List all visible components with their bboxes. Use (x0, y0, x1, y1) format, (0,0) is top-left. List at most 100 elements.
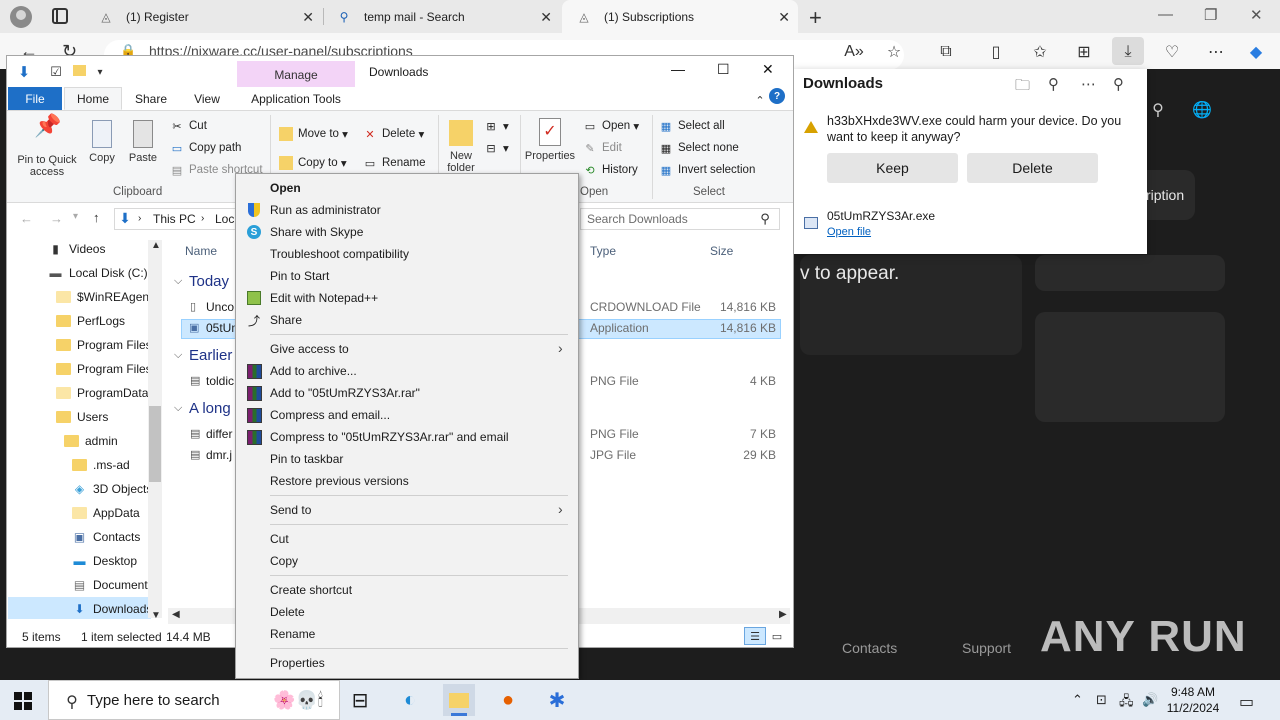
nav-perflogs[interactable]: PerfLogs (56, 314, 125, 328)
ctx-delete[interactable]: Delete (270, 605, 305, 619)
keep-button[interactable]: Keep (827, 153, 958, 183)
search-placeholder[interactable]: Search Downloads (587, 212, 688, 226)
easy-access-button[interactable]: ⊟ ▾ (484, 141, 508, 156)
cut-button[interactable]: ✂ Cut (170, 119, 207, 133)
copy-path-button[interactable]: ▭ Copy path (170, 141, 242, 155)
ctx-share[interactable]: Share (270, 313, 302, 327)
ctx-add-rar[interactable]: Add to "05tUmRZYS3Ar.rar" (270, 386, 420, 400)
more-options-icon[interactable]: ⋯ (1204, 40, 1228, 64)
ctx-give-access[interactable]: Give access to (270, 342, 349, 356)
globe-icon[interactable]: 🌐 (1190, 98, 1214, 122)
properties-check-icon[interactable]: ☑ (44, 60, 68, 84)
nav-documents[interactable]: ▤ Documents (72, 578, 154, 592)
rename-button[interactable]: ▭ Rename (363, 156, 426, 170)
delete-button[interactable]: ✕ Delete ▾ (363, 127, 424, 141)
open-button[interactable]: ▭ Open ▾ (583, 119, 639, 133)
split-screen-icon[interactable]: ▯ (984, 40, 1008, 64)
footer-support[interactable]: Support (962, 640, 1011, 656)
collections-icon[interactable]: ⊞ (1072, 40, 1096, 64)
more-icon[interactable]: ⋯ (1081, 75, 1096, 93)
nav-3d-objects[interactable]: ◈ 3D Objects (72, 482, 152, 496)
ctx-properties[interactable]: Properties (270, 656, 325, 670)
ctx-edit-notepadpp[interactable]: Edit with Notepad++ (270, 291, 378, 305)
tab-actions-icon[interactable] (52, 8, 68, 24)
new-folder-icon[interactable] (73, 65, 86, 76)
breadcrumb-local-disk[interactable]: Loc (215, 212, 234, 226)
profile-avatar[interactable] (10, 6, 32, 28)
tab-home[interactable]: Home (64, 87, 122, 110)
quick-access-download-icon[interactable]: ⬇ (12, 60, 36, 84)
extensions-icon[interactable]: ⧉ (934, 40, 958, 64)
file-name[interactable]: toldic (206, 374, 234, 388)
footer-contacts[interactable]: Contacts (842, 640, 897, 656)
select-none-button[interactable]: ▦ Select none (659, 141, 739, 155)
ctx-restore-versions[interactable]: Restore previous versions (270, 474, 409, 488)
nav-local-disk[interactable]: ▬ Local Disk (C:) (48, 266, 148, 280)
collapse-group-icon[interactable]: ⌵ (174, 402, 182, 415)
show-hidden-icons[interactable]: ⌃ (1072, 692, 1083, 708)
invert-selection-button[interactable]: ▦ Invert selection (659, 163, 756, 177)
new-tab-icon[interactable]: + (809, 5, 822, 31)
nav-videos[interactable]: ▮ Videos (48, 242, 105, 256)
search-icon[interactable]: ⚲ (1048, 75, 1059, 93)
recent-dropdown-icon[interactable]: ▾ (73, 211, 78, 222)
notifications-icon[interactable]: ▭ (1239, 692, 1254, 712)
large-icons-view-icon[interactable]: ▭ (768, 627, 786, 645)
ctx-add-archive[interactable]: Add to archive... (270, 364, 357, 378)
scroll-right-icon[interactable]: ▶ (779, 609, 787, 620)
scroll-up-icon[interactable]: ▲ (151, 240, 161, 251)
copy-button[interactable]: Copy (84, 120, 120, 164)
breadcrumb-this-pc[interactable]: This PC (153, 212, 196, 226)
nav-program-files[interactable]: Program Files (56, 338, 152, 352)
nav-contacts[interactable]: ▣ Contacts (72, 530, 141, 544)
nav-program-files-x86[interactable]: Program Files (56, 362, 152, 376)
search-highlight-icon[interactable]: 🌸💀🕯 (262, 686, 334, 714)
tab-view[interactable]: View (184, 87, 230, 110)
meet-now-icon[interactable]: ⊡ (1096, 692, 1107, 708)
network-icon[interactable]: 🖧 (1119, 692, 1134, 714)
ctx-pin-taskbar[interactable]: Pin to taskbar (270, 452, 343, 466)
select-all-button[interactable]: ▦ Select all (659, 119, 725, 133)
favorite-star-icon[interactable]: ☆ (882, 40, 906, 64)
help-icon[interactable]: ? (769, 88, 785, 104)
new-folder-button[interactable]: New folder (442, 120, 480, 174)
ctx-send-to[interactable]: Send to (270, 503, 311, 517)
ctx-troubleshoot[interactable]: Troubleshoot compatibility (270, 247, 409, 261)
paste-button[interactable]: Paste (124, 120, 162, 164)
close-icon[interactable]: ✕ (540, 9, 552, 26)
windows-start-icon[interactable] (14, 692, 32, 710)
customize-toolbar-icon[interactable]: ▾ (88, 60, 112, 84)
forward-icon[interactable]: → (50, 211, 63, 226)
read-aloud-icon[interactable]: A» (842, 40, 866, 64)
move-to-button[interactable]: Move to ▾ (279, 127, 348, 141)
copilot-icon[interactable]: ◆ (1244, 40, 1268, 64)
app-icon[interactable]: ✱ (541, 684, 573, 716)
nav-programdata[interactable]: ProgramData (56, 386, 148, 400)
ctx-copy[interactable]: Copy (270, 554, 298, 568)
minimize-icon[interactable]: — (1158, 6, 1173, 23)
search-icon[interactable]: ⚲ (1146, 98, 1170, 122)
close-icon[interactable]: ✕ (778, 9, 790, 26)
group-today[interactable]: Today (189, 273, 229, 290)
file-name[interactable]: differ (206, 427, 232, 441)
ctx-rename[interactable]: Rename (270, 627, 315, 641)
manage-tab[interactable]: Manage (237, 61, 355, 88)
details-view-icon[interactable]: ☰ (744, 627, 766, 645)
ctx-share-skype[interactable]: Share with Skype (270, 225, 363, 239)
collapse-group-icon[interactable]: ⌵ (174, 349, 182, 362)
task-view-icon[interactable]: ⊟ (344, 684, 376, 716)
tab-subscriptions[interactable]: ◬ (1) Subscriptions ✕ (562, 0, 798, 33)
nav-scrollbar-thumb[interactable] (149, 406, 161, 482)
nav-ms-ad[interactable]: .ms-ad (72, 458, 130, 472)
close-icon[interactable]: ✕ (762, 61, 774, 78)
column-header-size[interactable]: Size (710, 244, 733, 258)
firefox-icon[interactable]: ● (492, 684, 524, 716)
nav-appdata[interactable]: AppData (72, 506, 140, 520)
copy-to-button[interactable]: Copy to ▾ (279, 156, 347, 170)
nav-users[interactable]: Users (56, 410, 108, 424)
browser-essentials-icon[interactable]: ♡ (1160, 40, 1184, 64)
delete-download-button[interactable]: Delete (967, 153, 1098, 183)
tab-application-tools[interactable]: Application Tools (241, 87, 351, 110)
nav-downloads[interactable]: ⬇ Downloads (72, 602, 152, 616)
nav-winreagent[interactable]: $WinREAgent (56, 290, 152, 304)
